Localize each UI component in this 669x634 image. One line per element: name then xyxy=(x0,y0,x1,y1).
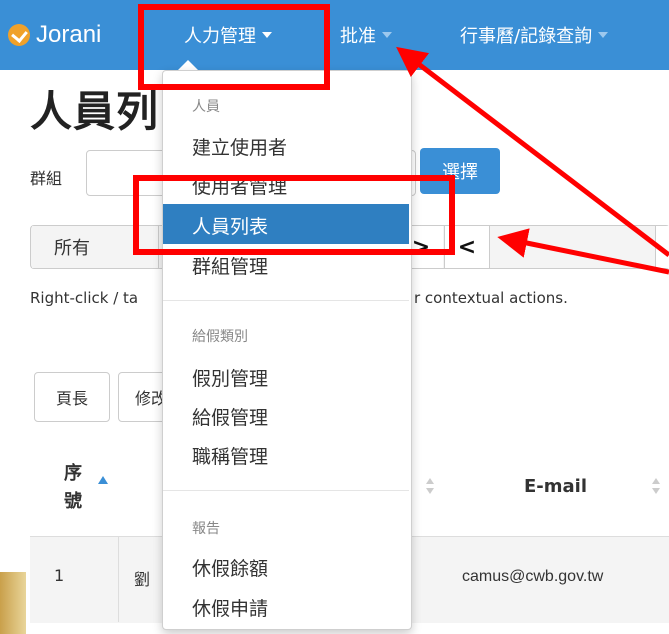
sort-icon[interactable] xyxy=(652,478,662,496)
group-label: 群組 xyxy=(30,169,63,188)
nav-menu-calendar[interactable]: 行事曆/記錄查詢 xyxy=(460,18,609,52)
menu-divider xyxy=(163,300,409,301)
dropdown-header-reports: 報告 xyxy=(192,521,220,537)
brand-name: Jorani xyxy=(36,21,102,48)
hint-text-start: Right-click / ta xyxy=(30,289,139,307)
filter-bar-end[interactable] xyxy=(655,226,669,268)
menu-divider xyxy=(163,490,409,491)
menu-item-create-user[interactable]: 建立使用者 xyxy=(192,133,287,160)
cell-name: 劉 xyxy=(134,570,151,589)
dropdown-header-leave-types: 給假類別 xyxy=(192,329,248,345)
hint-text-end: r contextual actions. xyxy=(414,289,568,307)
column-divider xyxy=(118,536,119,622)
cell-number: 1 xyxy=(54,566,65,585)
column-header-seq[interactable]: 序號 xyxy=(64,460,92,516)
column-header-email[interactable]: E-mail xyxy=(524,476,587,497)
menu-item-entitlement-management[interactable]: 給假管理 xyxy=(192,403,268,430)
page-length-button[interactable]: 頁長 xyxy=(34,372,110,422)
annotation-box-employee-list xyxy=(133,175,455,255)
jorani-logo-icon xyxy=(8,24,30,46)
nav-menu-approve-label: 批准 xyxy=(340,26,376,47)
sort-icon[interactable] xyxy=(426,478,436,496)
brand[interactable]: Jorani xyxy=(8,20,101,50)
background-edge xyxy=(0,572,26,634)
cell-email: camus@cwb.gov.tw xyxy=(462,568,604,585)
menu-item-leave-balance[interactable]: 休假餘額 xyxy=(192,554,268,581)
top-navbar: Jorani 人力管理 批准 行事曆/記錄查詢 xyxy=(0,0,669,70)
menu-item-leave-type-management[interactable]: 假別管理 xyxy=(192,364,268,391)
nav-menu-calendar-label: 行事曆/記錄查詢 xyxy=(460,26,593,47)
annotation-box-hr-menu xyxy=(138,4,330,90)
menu-item-group-management[interactable]: 群組管理 xyxy=(192,252,268,279)
nav-menu-approve[interactable]: 批准 xyxy=(340,18,392,52)
caret-down-icon xyxy=(598,32,609,38)
sort-ascending-icon[interactable] xyxy=(98,476,108,484)
menu-item-position-management[interactable]: 職稱管理 xyxy=(192,442,268,469)
menu-item-leave-requests[interactable]: 休假申請 xyxy=(192,594,268,621)
caret-down-icon xyxy=(382,32,392,38)
filter-all-button[interactable]: 所有 xyxy=(32,226,113,268)
dropdown-header-people: 人員 xyxy=(192,99,220,115)
